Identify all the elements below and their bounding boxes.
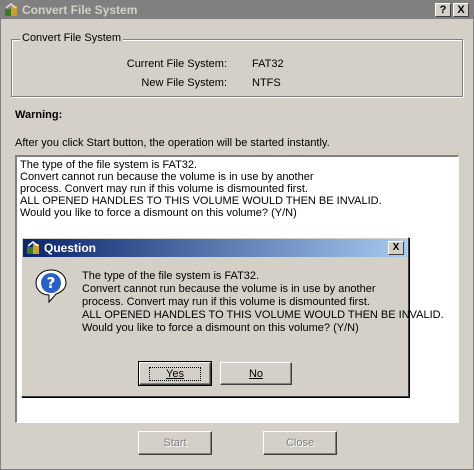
- output-line: ALL OPENED HANDLES TO THIS VOLUME WOULD …: [20, 195, 382, 207]
- dialog-message-line: Would you like to force a dismount on th…: [82, 322, 359, 334]
- close-icon: X: [457, 4, 465, 16]
- dialog-message-line: The type of the file system is FAT32.: [82, 270, 260, 282]
- start-button-label: Start: [163, 437, 187, 449]
- close-icon: X: [392, 242, 400, 253]
- new-fs-label: New File System:: [141, 77, 227, 89]
- warning-label: Warning:: [15, 109, 63, 121]
- question-dialog: Question X ? The type of the file system…: [21, 237, 444, 397]
- convert-file-system-window: Convert File System ? X Convert File Sys…: [0, 0, 474, 470]
- dialog-close-button[interactable]: X: [388, 241, 404, 255]
- yes-button[interactable]: Yes: [138, 361, 212, 386]
- output-line: Convert cannot run because the volume is…: [20, 171, 314, 183]
- output-line: Would you like to force a dismount on th…: [20, 207, 297, 219]
- app-icon: [4, 3, 18, 17]
- dialog-message: The type of the file system is FAT32. Co…: [82, 270, 444, 335]
- file-system-group: Convert File System Current File System:…: [11, 32, 463, 97]
- current-fs-label: Current File System:: [126, 58, 227, 70]
- help-button[interactable]: ?: [435, 3, 451, 17]
- window-titlebar[interactable]: Convert File System ? X: [1, 1, 473, 19]
- yes-focus-ring: Yes: [149, 366, 201, 381]
- dialog-message-line: ALL OPENED HANDLES TO THIS VOLUME WOULD …: [82, 309, 444, 321]
- dialog-app-icon: [26, 241, 40, 255]
- svg-text:?: ?: [47, 274, 56, 292]
- close-button[interactable]: Close: [263, 431, 337, 455]
- help-icon: ?: [439, 4, 447, 16]
- close-button-label: Close: [285, 437, 315, 449]
- yes-button-label: Yes: [166, 367, 184, 380]
- no-button-label: No: [248, 367, 264, 380]
- question-icon: ?: [34, 268, 68, 307]
- start-button[interactable]: Start: [138, 431, 212, 455]
- dialog-titlebar[interactable]: Question X: [23, 239, 407, 257]
- dialog-message-line: process. Convert may run if this volume …: [82, 296, 370, 308]
- current-fs-value: FAT32: [252, 58, 284, 70]
- warning-info: After you click Start button, the operat…: [15, 137, 330, 149]
- dialog-title: Question: [44, 241, 97, 255]
- output-line: process. Convert may run if this volume …: [20, 183, 308, 195]
- output-line: The type of the file system is FAT32.: [20, 159, 198, 171]
- window-close-button[interactable]: X: [453, 3, 469, 17]
- new-fs-value: NTFS: [252, 77, 281, 89]
- window-title: Convert File System: [22, 3, 138, 17]
- no-button[interactable]: No: [220, 362, 292, 385]
- dialog-message-line: Convert cannot run because the volume is…: [82, 283, 376, 295]
- group-label: Convert File System: [20, 32, 124, 44]
